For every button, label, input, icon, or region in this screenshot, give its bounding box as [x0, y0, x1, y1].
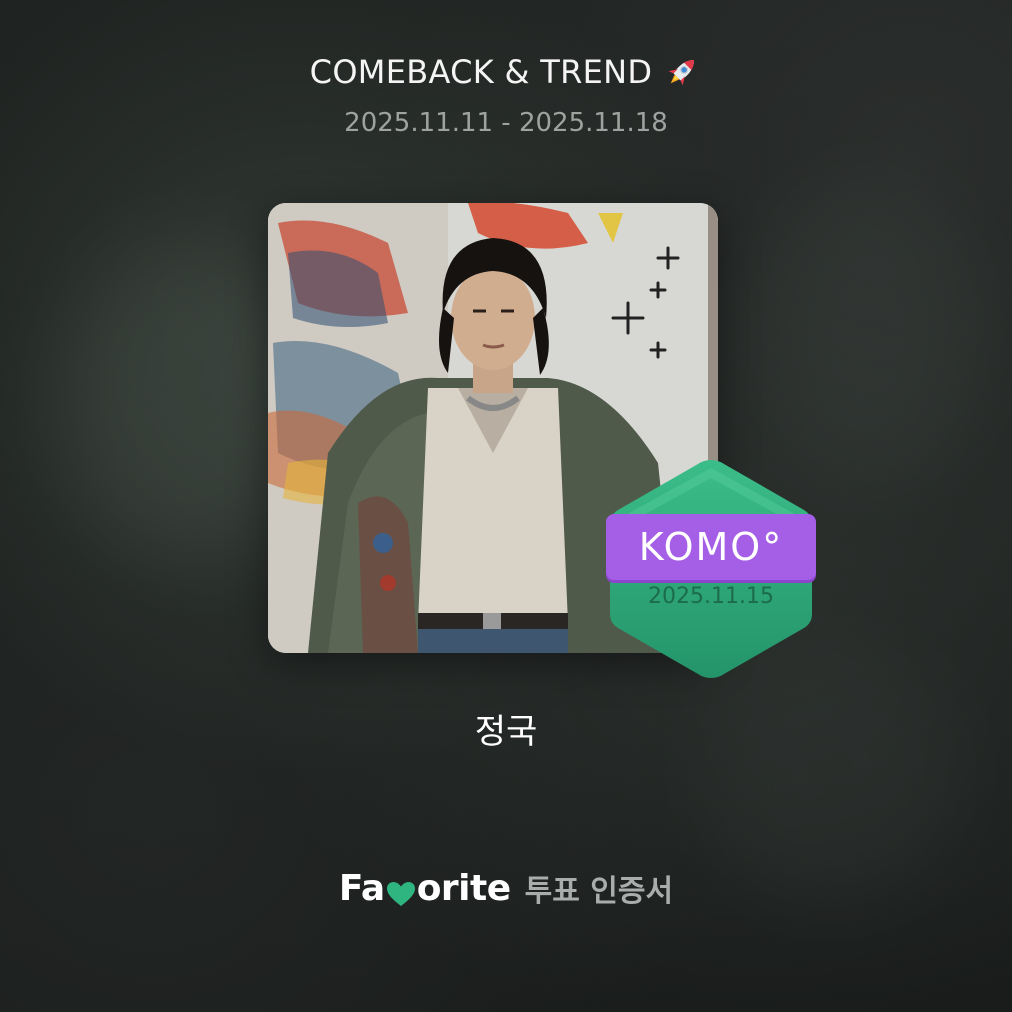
date-range: 2025.11.11 - 2025.11.18: [344, 108, 668, 138]
badge-date: 2025.11.15: [648, 584, 774, 609]
artist-name: 정국: [474, 712, 538, 752]
heart-icon: [386, 875, 416, 906]
footer: Fa orite 투표 인증서: [0, 866, 1012, 910]
vote-certificate-label: 투표 인증서: [524, 874, 674, 909]
page-title-text: COMEBACK & TREND: [309, 53, 653, 91]
background-blur: [760, 180, 980, 480]
rocket-icon: [662, 52, 702, 92]
brand-prefix: Fa: [338, 867, 385, 909]
brand-suffix: orite: [416, 867, 511, 909]
komo-brand-label: KOMO°: [606, 514, 816, 580]
page-title: COMEBACK & TREND: [0, 52, 1012, 92]
komo-badge: KOMO° 2025.11.15: [606, 458, 816, 680]
favorite-logo: Fa orite: [339, 868, 511, 909]
